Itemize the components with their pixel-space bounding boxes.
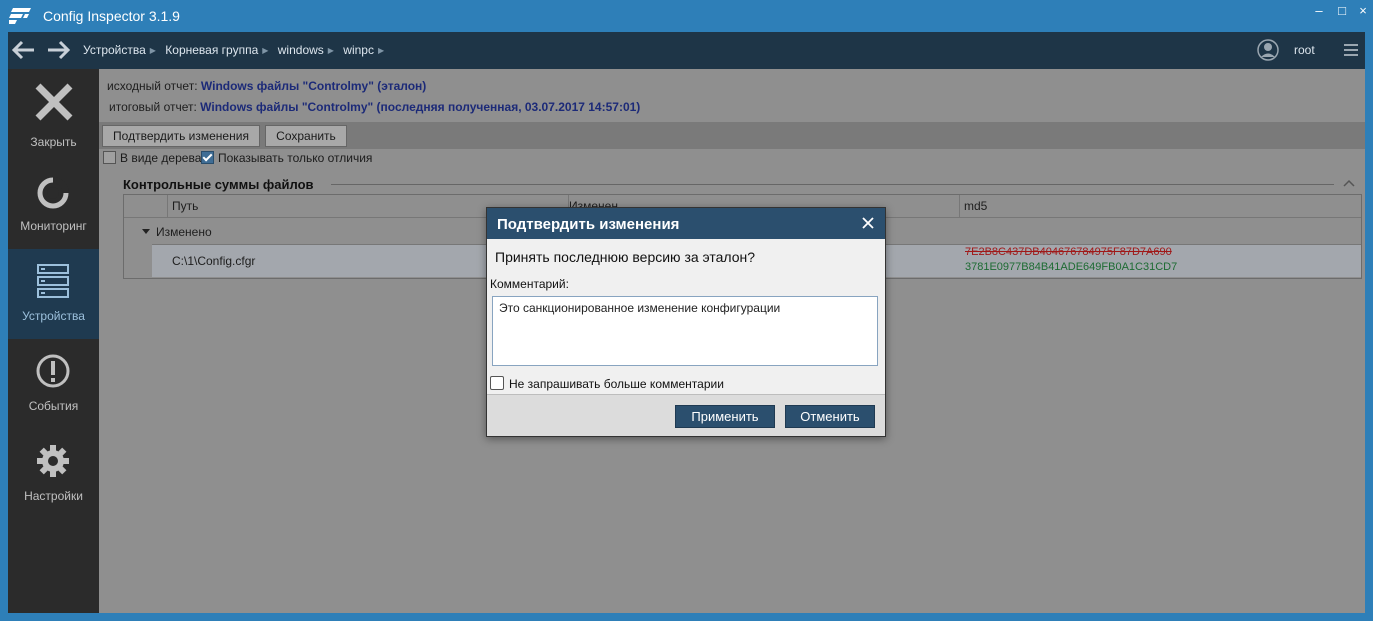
monitoring-icon <box>37 177 69 209</box>
confirm-changes-button[interactable]: Подтвердить изменения <box>102 125 260 147</box>
gear-icon <box>37 445 69 477</box>
no-ask-label: Не запрашивать больше комментарии <box>509 377 724 391</box>
source-report-line: исходный отчет: Windows файлы "Controlmy… <box>107 79 426 93</box>
table-header-spacer <box>124 195 168 217</box>
section-divider <box>331 184 1334 185</box>
top-toolbar: Устройства ▶ Корневая группа ▶ windows ▶ wi… <box>8 32 1365 69</box>
sidebar-item-label: Устройства <box>22 309 85 323</box>
md5-old-value: 7E2B8C437DB404676784975F87D7A690 <box>965 246 1172 258</box>
forward-arrow-icon[interactable] <box>44 38 72 62</box>
sidebar-item-devices[interactable]: Устройства <box>8 249 99 339</box>
no-ask-option[interactable]: Не запрашивать больше комментарии <box>490 376 724 391</box>
breadcrumb-item[interactable]: windows <box>278 43 324 57</box>
comment-label: Комментарий: <box>490 277 569 291</box>
no-ask-checkbox[interactable] <box>490 376 504 390</box>
app-logo-icon <box>9 8 31 24</box>
result-report-value: Windows файлы "Controlmy" (последняя пол… <box>200 100 641 114</box>
breadcrumb-item[interactable]: Корневая группа <box>165 43 258 57</box>
hamburger-menu-icon[interactable] <box>1343 42 1359 58</box>
sidebar-item-settings[interactable]: Настройки <box>8 429 99 519</box>
source-report-value: Windows файлы "Controlmy" (эталон) <box>200 79 427 93</box>
path-cell: C:\1\Config.cfgr <box>172 254 256 268</box>
title-bar: Config Inspector 3.1.9 – □ × <box>0 0 1373 32</box>
breadcrumb-separator-icon: ▶ <box>377 46 385 55</box>
dialog-close-icon[interactable] <box>859 214 877 232</box>
action-bar: Подтвердить изменения Сохранить <box>99 122 1365 149</box>
only-diff-checkbox[interactable] <box>201 151 214 164</box>
user-avatar-icon[interactable] <box>1257 39 1279 61</box>
back-arrow-icon[interactable] <box>10 38 38 62</box>
breadcrumb-separator-icon: ▶ <box>327 46 334 55</box>
sidebar-item-label: Мониторинг <box>20 219 87 233</box>
dialog-header: Подтвердить изменения <box>487 208 885 239</box>
only-diff-label: Показывать только отличия <box>218 151 373 165</box>
server-icon <box>37 264 69 298</box>
group-label: Изменено <box>156 225 212 239</box>
breadcrumb-separator-icon: ▶ <box>262 46 269 55</box>
cancel-button[interactable]: Отменить <box>785 405 875 428</box>
result-report-label: итоговый отчет: <box>109 100 197 114</box>
dialog-footer: Применить Отменить <box>487 395 885 436</box>
apply-button[interactable]: Применить <box>675 405 775 428</box>
comment-textarea[interactable]: Это санкционированное изменение конфигур… <box>492 296 878 366</box>
breadcrumb-item[interactable]: Устройства <box>83 43 146 57</box>
maximize-button[interactable]: □ <box>1331 4 1353 18</box>
sidebar-item-events[interactable]: События <box>8 339 99 429</box>
only-diff-option[interactable]: Показывать только отличия <box>201 151 372 165</box>
dialog-question: Принять последнюю версию за эталон? <box>495 249 756 265</box>
alert-icon <box>36 354 70 388</box>
minimize-button[interactable]: – <box>1308 4 1330 18</box>
sidebar: Закрыть Мониторинг Устройства События На… <box>8 69 99 613</box>
app-title: Config Inspector 3.1.9 <box>43 8 180 24</box>
sidebar-item-close[interactable]: Закрыть <box>8 69 99 159</box>
user-name[interactable]: root <box>1294 43 1315 57</box>
tree-view-label: В виде дерева <box>120 151 202 165</box>
tree-view-checkbox[interactable] <box>103 151 116 164</box>
sidebar-item-monitoring[interactable]: Мониторинг <box>8 159 99 249</box>
breadcrumb: Устройства ▶ Корневая группа ▶ windows ▶ wi… <box>83 43 390 57</box>
sidebar-item-label: Закрыть <box>30 135 77 149</box>
result-report-line: итоговый отчет: Windows файлы "Controlmy… <box>109 100 640 114</box>
sidebar-item-label: События <box>28 399 79 413</box>
column-header-md5[interactable]: md5 <box>960 195 1360 217</box>
save-button[interactable]: Сохранить <box>265 125 347 147</box>
app-window: Config Inspector 3.1.9 – □ × Устройства ▶… <box>0 0 1373 621</box>
window-close-button[interactable]: × <box>1352 4 1373 18</box>
confirm-dialog: Подтвердить изменения Принять последнюю … <box>486 207 886 437</box>
collapse-chevron-icon[interactable] <box>1343 179 1355 187</box>
md5-new-value: 3781E0977B84B41ADE649FB0A1C31CD7 <box>965 261 1178 273</box>
dialog-title: Подтвердить изменения <box>497 216 680 233</box>
expand-triangle-icon[interactable] <box>142 229 150 234</box>
section-title: Контрольные суммы файлов <box>123 177 320 192</box>
tree-view-option[interactable]: В виде дерева <box>103 151 201 165</box>
close-icon <box>35 83 73 121</box>
sidebar-item-label: Настройки <box>24 489 83 503</box>
source-report-label: исходный отчет: <box>107 79 198 93</box>
breadcrumb-separator-icon: ▶ <box>149 46 156 55</box>
breadcrumb-item[interactable]: winpc <box>343 43 374 57</box>
